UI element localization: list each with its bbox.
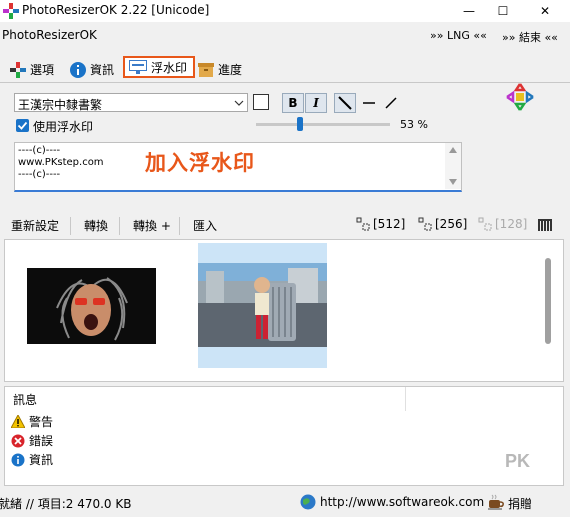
tab-watermark-label: 浮水印 <box>151 60 188 75</box>
import-button[interactable]: 匯入 <box>193 217 217 234</box>
message-info: 資訊 <box>11 451 53 468</box>
status-bar: 就緒 // 項目:2 470.0 KB http://www.softwareo… <box>0 488 570 517</box>
watermark-text-line: ----(c)---- <box>18 169 61 180</box>
diagonal-down-icon <box>338 96 352 110</box>
grid-view-icon[interactable] <box>538 219 552 233</box>
horizontal-line-button[interactable] <box>360 93 378 113</box>
messages-header: 訊息 <box>13 393 38 407</box>
toolbar-divider <box>70 217 71 235</box>
color-swatch-button[interactable] <box>253 94 269 110</box>
diagonal-up-button[interactable] <box>382 93 400 113</box>
convert-plus-button[interactable]: 轉換 + <box>133 217 171 234</box>
language-menu[interactable]: »» LNG «« <box>430 29 487 42</box>
scroll-down-icon <box>449 179 457 185</box>
thumbnail-size-icon <box>418 217 432 231</box>
chevron-down-icon <box>234 100 244 106</box>
watermark-text-line: www.PKstep.com <box>18 157 104 168</box>
column-divider <box>405 387 406 411</box>
convert-button[interactable]: 轉換 <box>84 217 108 234</box>
app-name-label: PhotoResizerOK <box>2 28 97 42</box>
message-error: 錯誤 <box>11 432 53 449</box>
progress-icon <box>198 62 214 77</box>
minimize-button[interactable]: — <box>452 0 486 22</box>
font-select[interactable]: 王漢宗中隸書繁 <box>14 93 248 112</box>
use-watermark-label: 使用浮水印 <box>33 120 94 134</box>
thumb-size-128-button[interactable]: [128] <box>478 217 527 231</box>
app-logo-icon <box>506 83 534 111</box>
donate-button[interactable]: 捐贈 <box>508 495 532 512</box>
window-title: PhotoResizerOK 2.22 [Unicode] <box>22 3 210 17</box>
textarea-scrollbar[interactable] <box>445 143 461 189</box>
thumbnail-size-icon <box>356 217 370 231</box>
maximize-button[interactable]: ☐ <box>486 0 520 22</box>
watermark-text-line: ----(c)---- <box>18 145 61 156</box>
message-warning: 警告 <box>11 413 53 430</box>
bold-button[interactable]: B <box>282 93 304 113</box>
scroll-up-icon <box>449 147 457 153</box>
info-icon <box>11 453 25 466</box>
status-text: 就緒 // 項目:2 470.0 KB <box>0 497 132 511</box>
tab-info-label: 資訊 <box>90 63 115 77</box>
tab-info[interactable]: 資訊 <box>70 58 120 81</box>
toolbar-divider <box>119 217 120 235</box>
use-watermark-checkbox[interactable] <box>16 119 29 132</box>
message-warning-label: 警告 <box>29 415 54 429</box>
font-select-value: 王漢宗中隸書繁 <box>18 98 103 112</box>
italic-button[interactable]: I <box>305 93 327 113</box>
tab-progress[interactable]: 進度 <box>198 58 248 81</box>
action-toolbar: 重新設定 轉換 轉換 + 匯入 [512] [256] [128] <box>0 213 570 239</box>
thumb-size-256-button[interactable]: [256] <box>418 217 467 231</box>
diagonal-line-button[interactable] <box>334 93 356 113</box>
watermark-text-content: ----(c)---- www.PKstep.com ----(c)---- <box>18 145 104 181</box>
image-thumbnail-2-selected[interactable] <box>198 243 327 368</box>
message-panel: 訊息 警告 錯誤 資訊 PK <box>4 386 564 486</box>
thumb-size-512-button[interactable]: [512] <box>356 217 405 231</box>
app-icon <box>3 3 19 19</box>
options-icon <box>10 61 26 78</box>
annotation-label: 加入浮水印 <box>145 151 255 175</box>
warning-icon <box>11 415 25 428</box>
checkmark-icon <box>17 121 28 130</box>
thumb-size-256-label: [256] <box>435 217 468 231</box>
diagonal-up-icon <box>385 97 397 109</box>
tab-watermark[interactable]: 浮水印 <box>123 56 195 78</box>
error-icon <box>11 434 25 447</box>
tab-options-label: 選項 <box>30 63 55 77</box>
message-info-label: 資訊 <box>29 453 54 467</box>
image-preview-list <box>4 239 564 382</box>
menu-bar: PhotoResizerOK »» LNG «« »» 結束 «« <box>0 24 570 46</box>
photo-thumbnail <box>27 268 156 344</box>
watermark-icon <box>129 60 147 74</box>
opacity-value: 53 % <box>400 118 428 131</box>
toolbar-divider <box>179 217 180 235</box>
watermark-logo: PK <box>505 451 531 471</box>
globe-icon <box>300 494 316 510</box>
message-error-label: 錯誤 <box>29 434 54 448</box>
close-button[interactable]: ✕ <box>528 0 562 22</box>
horizontal-line-icon <box>363 102 375 104</box>
thumb-size-512-label: [512] <box>373 217 406 231</box>
image-thumbnail-1[interactable] <box>27 268 156 344</box>
website-link[interactable]: http://www.softwareok.com <box>320 495 484 509</box>
coffee-icon <box>488 494 504 510</box>
preview-scrollbar-thumb[interactable] <box>545 258 551 344</box>
opacity-slider-thumb[interactable] <box>297 117 304 131</box>
info-icon <box>70 61 86 78</box>
photo-thumbnail <box>198 263 327 347</box>
opacity-slider-track[interactable] <box>256 123 390 126</box>
tab-options[interactable]: 選項 <box>10 58 64 81</box>
exit-menu[interactable]: »» 結束 «« <box>502 29 558 45</box>
tab-bar: 選項 資訊 浮水印 進度 <box>0 56 570 83</box>
reset-button[interactable]: 重新設定 <box>11 217 59 234</box>
tab-progress-label: 進度 <box>218 63 243 77</box>
thumb-size-128-label: [128] <box>495 217 528 231</box>
title-bar: PhotoResizerOK 2.22 [Unicode] — ☐ ✕ <box>0 0 570 22</box>
thumbnail-size-icon <box>478 217 492 231</box>
watermark-text-input[interactable]: ----(c)---- www.PKstep.com ----(c)---- 加… <box>14 142 462 192</box>
